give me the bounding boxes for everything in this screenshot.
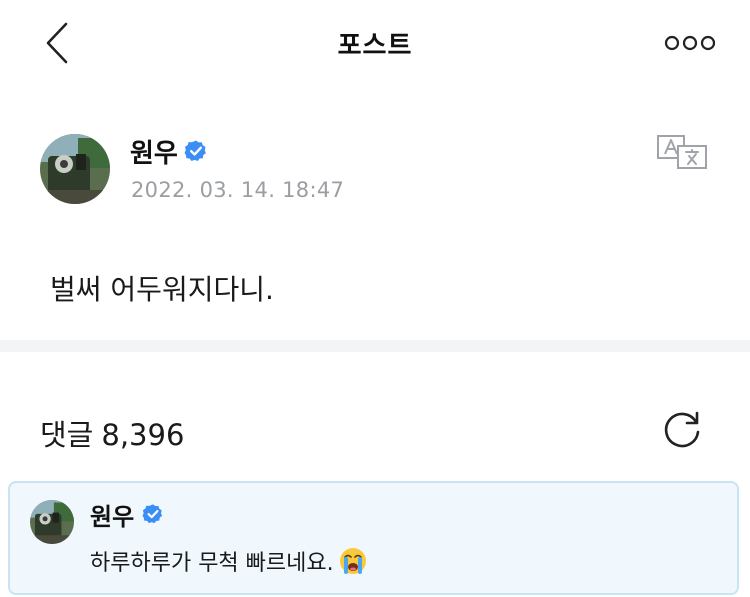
comments-label: 댓글 bbox=[40, 418, 94, 452]
post-body: 벌써 어두워지다니. bbox=[50, 273, 274, 306]
post: 원우 2022. 03. 14. 18:47 벌써 어두워지다니. bbox=[0, 88, 750, 340]
author-line: 원우 bbox=[130, 133, 208, 170]
verified-badge-icon bbox=[142, 504, 163, 524]
comment-text: 하루하루가 무척 빠르네요. bbox=[90, 545, 368, 577]
comment-item[interactable]: 원우 하루하루가 무척 빠르네요. bbox=[8, 481, 739, 595]
translate-icon bbox=[657, 135, 707, 169]
refresh-button[interactable] bbox=[660, 408, 704, 452]
comment-author-avatar[interactable] bbox=[30, 500, 74, 544]
refresh-icon bbox=[664, 411, 700, 448]
section-divider bbox=[0, 340, 750, 352]
comment-author-name[interactable]: 원우 bbox=[90, 497, 134, 532]
loudly-crying-face-icon bbox=[339, 548, 366, 574]
comments-count: 댓글 8,396 bbox=[40, 412, 184, 454]
more-dots-icon bbox=[664, 35, 716, 51]
comments-header: 댓글 8,396 bbox=[0, 352, 750, 477]
translate-button[interactable] bbox=[656, 134, 708, 170]
comment-author-line: 원우 bbox=[90, 497, 164, 532]
more-options-button[interactable] bbox=[662, 30, 718, 56]
page-title: 포스트 bbox=[337, 31, 413, 61]
comment-text-content: 하루하루가 무척 빠르네요. bbox=[90, 551, 334, 576]
post-timestamp: 2022. 03. 14. 18:47 bbox=[131, 178, 345, 202]
top-bar: 포스트 bbox=[0, 0, 750, 88]
comments-count-value: 8,396 bbox=[101, 418, 185, 452]
verified-badge-icon bbox=[184, 140, 206, 161]
author-name[interactable]: 원우 bbox=[130, 133, 178, 170]
author-avatar[interactable] bbox=[40, 134, 110, 204]
